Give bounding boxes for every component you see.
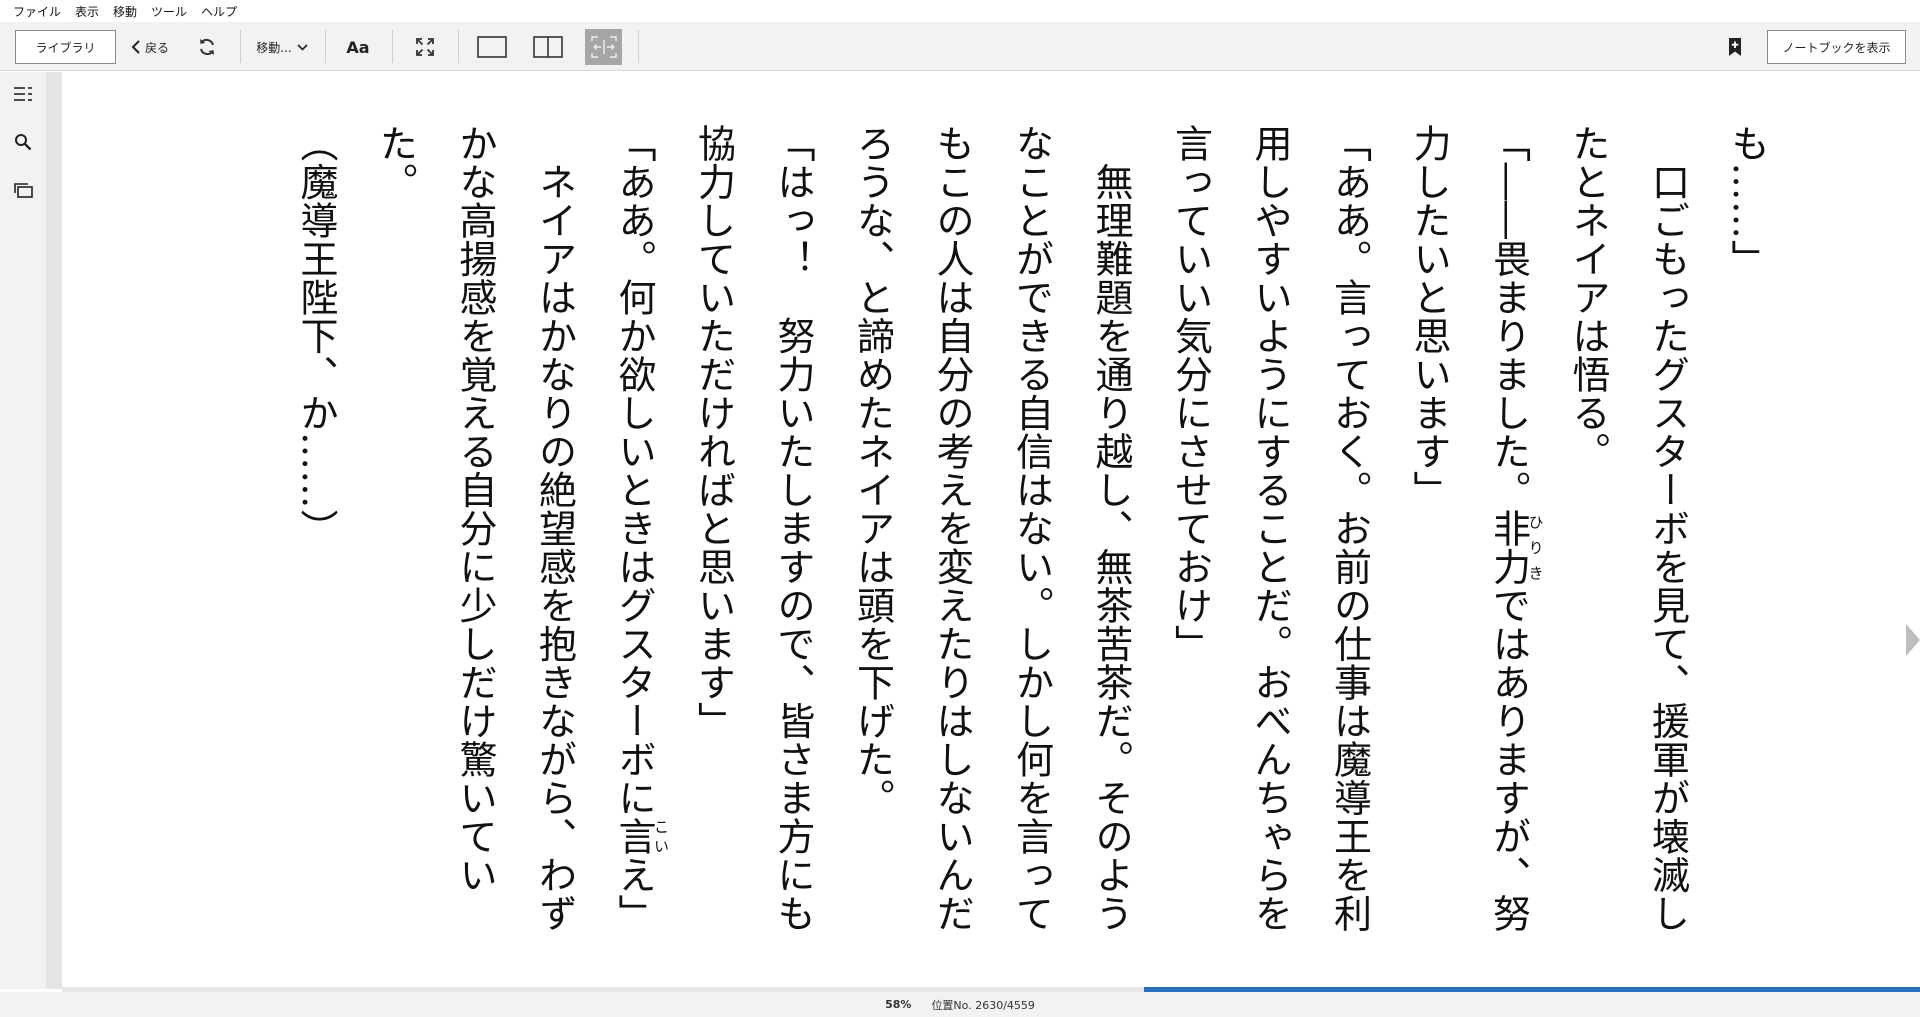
chevron-left-icon (131, 40, 141, 54)
text-line: 「――畏まりました。非力ひりきではありますが、努 (1486, 124, 1545, 933)
fit-page-view-button[interactable] (585, 29, 622, 65)
goto-dropdown[interactable]: 移動... (250, 30, 314, 64)
toolbar-separator (325, 30, 326, 63)
menu-tools[interactable]: ツール (144, 3, 194, 20)
goto-label: 移動... (256, 40, 292, 55)
single-page-view-button[interactable] (472, 30, 512, 64)
fullscreen-button[interactable] (406, 30, 444, 64)
text-line: 「ああ。言っておく。お前の仕事は魔導王を利 (1327, 124, 1372, 933)
toolbar-separator (392, 30, 393, 63)
text-line: 用しやすいようにすることだ。おべんちゃらを (1248, 124, 1292, 933)
text-line: 口ごもったグスターボを見て、援軍が壊滅し (1645, 124, 1690, 933)
show-notebook-button[interactable]: ノートブックを表示 (1767, 30, 1906, 64)
toolbar: ライブラリ 戻る 移動... Aa ノートブックを表示 (0, 22, 1920, 71)
flashcards-button[interactable] (11, 178, 35, 202)
text-line: 「ああ。何か欲しいときはグスターボに言こいえ」 (612, 124, 670, 933)
next-page-arrow-icon[interactable] (1906, 624, 1920, 656)
text-line: 言っていい気分にさせておけ」 (1168, 124, 1213, 663)
location-readout: 位置No. 2630/4559 (931, 998, 1035, 1012)
text-line: （魔導王陛下、か……） (294, 124, 338, 548)
status-bar: 58% 位置No. 2630/4559 (0, 992, 1920, 1017)
single-page-icon (477, 36, 507, 58)
text-line: なことができる自信はない。しかし何を言って (1009, 124, 1054, 933)
fullscreen-icon (415, 37, 435, 57)
reading-page[interactable]: も……」 口ごもったグスターボを見て、援軍が壊滅し たとネイアは悟る。 「――畏まり… (62, 72, 1920, 987)
chevron-down-icon (297, 43, 308, 51)
text-line: かな高揚感を覚える自分に少しだけ驚いていた。 (373, 124, 498, 894)
cards-icon (13, 181, 33, 199)
text-line: 無理難題を通り越し、無茶苦茶だ。そのよう (1089, 124, 1133, 933)
toolbar-separator (638, 30, 639, 63)
search-icon (14, 133, 32, 151)
menu-view[interactable]: 表示 (68, 3, 106, 20)
menu-bar: ファイル 表示 移動 ツール ヘルプ (0, 0, 1920, 22)
text-line: ろうな、と諦めたネイアは頭を下げた。 (850, 124, 895, 817)
notebook-label: ノートブックを表示 (1782, 40, 1891, 55)
table-of-contents-icon (13, 85, 33, 103)
back-label: 戻る (144, 40, 169, 55)
text-line: もこの人は自分の考えを変えたりはしないんだ (930, 124, 974, 933)
menu-file[interactable]: ファイル (6, 3, 68, 20)
bookmark-plus-icon (1728, 37, 1742, 57)
sync-icon (197, 37, 217, 57)
back-button[interactable]: 戻る (126, 30, 174, 64)
ruby-annotation: 言こい (612, 817, 670, 856)
font-label: Aa (346, 37, 370, 57)
sidebar-divider (46, 72, 62, 989)
menu-go[interactable]: 移動 (106, 3, 144, 20)
toolbar-separator (240, 30, 241, 63)
text-line: 力したいと思います」 (1407, 124, 1451, 509)
two-page-view-button[interactable] (528, 30, 568, 64)
progress-percent: 58% (885, 998, 912, 1011)
sync-button[interactable] (190, 30, 224, 64)
text-line: ネイアはかなりの絶望感を抱きながら、わず (532, 124, 577, 933)
ruby-annotation: 非力ひりき (1486, 509, 1545, 586)
add-bookmark-button[interactable] (1722, 30, 1748, 64)
library-label: ライブラリ (35, 40, 96, 55)
left-sidebar (0, 72, 46, 989)
text-line: たとネイアは悟る。 (1566, 124, 1610, 471)
fit-page-icon (590, 35, 618, 59)
font-settings-button[interactable]: Aa (338, 30, 378, 64)
book-text: も……」 口ごもったグスターボを見て、援軍が壊滅し たとネイアは悟る。 「――畏まり… (276, 124, 1787, 964)
table-of-contents-button[interactable] (11, 82, 35, 106)
text-line: 協力していただければと思います」 (691, 124, 736, 740)
two-page-icon (533, 36, 563, 58)
library-button[interactable]: ライブラリ (15, 30, 116, 64)
text-line: 「はっ！ 努力いたしますので、皆さま方にも (771, 124, 815, 933)
text-line: も……」 (1725, 124, 1769, 278)
toolbar-separator (458, 30, 459, 63)
menu-help[interactable]: ヘルプ (194, 3, 244, 20)
search-button[interactable] (11, 130, 35, 154)
